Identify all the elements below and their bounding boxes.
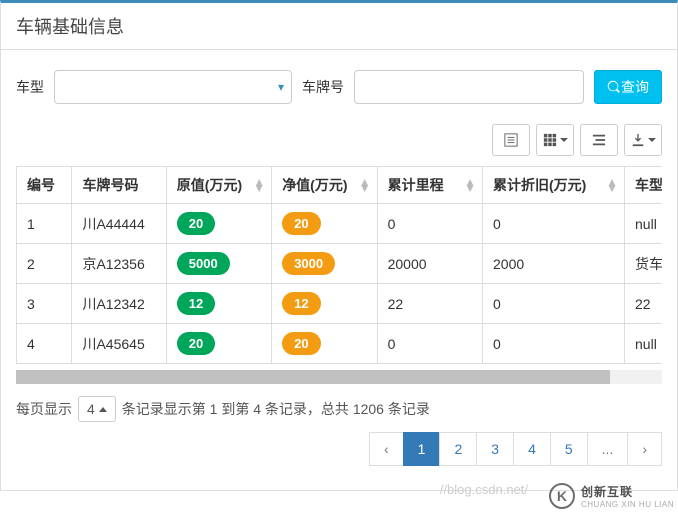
page-1[interactable]: 1 [403, 432, 441, 466]
cell-net: 20 [272, 204, 377, 244]
cell-orig: 12 [166, 284, 271, 324]
sort-icon: ▲▼ [464, 179, 476, 191]
cell-depr: 0 [483, 204, 625, 244]
cell-net: 3000 [272, 244, 377, 284]
table-row[interactable]: 3川A12342121222022生产 [17, 284, 663, 324]
cell-mileage: 0 [377, 204, 482, 244]
original-value-badge: 12 [177, 292, 215, 315]
search-button-label: 查询 [621, 77, 649, 97]
table-footer: 每页显示 4 条记录显示第 1 到第 4 条记录，总共 1206 条记录 [16, 384, 662, 426]
cell-net: 12 [272, 284, 377, 324]
column-header-depr[interactable]: 累计折旧(万元)▲▼ [483, 167, 625, 204]
cell-mileage: 20000 [377, 244, 482, 284]
page-size-value: 4 [87, 401, 95, 417]
column-header-mileage[interactable]: 累计里程▲▼ [377, 167, 482, 204]
list-detail-icon [504, 133, 518, 147]
vehicle-table: 编号车牌号码原值(万元)▲▼净值(万元)▲▼累计里程▲▼累计折旧(万元)▲▼车型… [16, 166, 662, 364]
column-header-net[interactable]: 净值(万元)▲▼ [272, 167, 377, 204]
cell-type: 货车 [625, 244, 662, 284]
pagination: ‹12345...› [16, 426, 662, 480]
column-header-type: 车型 [625, 167, 662, 204]
cell-depr: 2000 [483, 244, 625, 284]
page-size-label: 每页显示 [16, 399, 72, 419]
page-4[interactable]: 4 [513, 432, 551, 466]
panel-title: 车辆基础信息 [1, 3, 677, 50]
net-value-badge: 3000 [282, 252, 335, 275]
page-size-select[interactable]: 4 [78, 396, 116, 422]
table-header-row: 编号车牌号码原值(万元)▲▼净值(万元)▲▼累计里程▲▼累计折旧(万元)▲▼车型… [17, 167, 663, 204]
table-toolbar [16, 124, 662, 156]
cell-type: null [625, 324, 662, 364]
original-value-badge: 20 [177, 332, 215, 355]
original-value-badge: 20 [177, 212, 215, 235]
cell-orig: 20 [166, 324, 271, 364]
toggle-view-button[interactable] [536, 124, 574, 156]
cell-plate: 川A44444 [72, 204, 166, 244]
cell-orig: 5000 [166, 244, 271, 284]
sort-icon: ▲▼ [606, 179, 618, 191]
grid-icon [543, 133, 557, 147]
vehicle-type-input[interactable] [54, 70, 292, 104]
columns-icon [592, 133, 606, 147]
original-value-badge: 5000 [177, 252, 230, 275]
watermark-brand: 创新互联 [581, 483, 674, 500]
cell-plate: 京A12356 [72, 244, 166, 284]
horizontal-scrollbar[interactable] [16, 370, 662, 384]
cell-type: 22 [625, 284, 662, 324]
page-next[interactable]: › [627, 432, 662, 466]
page-prev[interactable]: ‹ [369, 432, 404, 466]
cell-depr: 0 [483, 284, 625, 324]
panel-body: 车型 ▾ 车牌号 查询 [1, 50, 677, 490]
caret-down-icon [560, 138, 568, 142]
table-row[interactable]: 2京A1235650003000200002000货车管理 [17, 244, 663, 284]
table-scroll-container: 编号车牌号码原值(万元)▲▼净值(万元)▲▼累计里程▲▼累计折旧(万元)▲▼车型… [16, 166, 662, 364]
vehicle-info-panel: 车辆基础信息 车型 ▾ 车牌号 查询 [0, 0, 678, 491]
plate-number-input[interactable] [354, 70, 584, 104]
sort-icon: ▲▼ [359, 179, 371, 191]
net-value-badge: 20 [282, 212, 320, 235]
search-button[interactable]: 查询 [594, 70, 662, 104]
cell-depr: 0 [483, 324, 625, 364]
cell-type: null [625, 204, 662, 244]
caret-down-icon [648, 138, 656, 142]
records-info: 条记录显示第 1 到第 4 条记录，总共 1206 条记录 [122, 399, 430, 419]
cell-plate: 川A12342 [72, 284, 166, 324]
table-row[interactable]: 1川A44444202000null暂无 [17, 204, 663, 244]
page-ellipsis[interactable]: ... [587, 432, 629, 466]
cell-id: 1 [17, 204, 72, 244]
vehicle-type-select[interactable]: ▾ [54, 70, 292, 104]
page-5[interactable]: 5 [550, 432, 588, 466]
scrollbar-thumb[interactable] [16, 370, 610, 384]
column-header-id: 编号 [17, 167, 72, 204]
plate-number-label: 车牌号 [302, 77, 344, 97]
caret-up-icon [99, 407, 107, 412]
cell-id: 2 [17, 244, 72, 284]
cell-plate: 川A45645 [72, 324, 166, 364]
export-button[interactable] [624, 124, 662, 156]
columns-button[interactable] [580, 124, 618, 156]
watermark-logo-icon: K [549, 483, 575, 509]
cell-id: 3 [17, 284, 72, 324]
cell-id: 4 [17, 324, 72, 364]
column-header-orig[interactable]: 原值(万元)▲▼ [166, 167, 271, 204]
column-header-plate: 车牌号码 [72, 167, 166, 204]
cell-orig: 20 [166, 204, 271, 244]
page-2[interactable]: 2 [439, 432, 477, 466]
cell-mileage: 22 [377, 284, 482, 324]
table-row[interactable]: 4川A45645202000null暂无 [17, 324, 663, 364]
export-icon [631, 133, 645, 147]
search-icon [607, 80, 621, 94]
cell-net: 20 [272, 324, 377, 364]
cell-mileage: 0 [377, 324, 482, 364]
search-form: 车型 ▾ 车牌号 查询 [16, 70, 662, 104]
toggle-pagination-button[interactable] [492, 124, 530, 156]
page-3[interactable]: 3 [476, 432, 514, 466]
watermark: K 创新互联 CHUANG XIN HU LIAN [549, 483, 674, 509]
vehicle-type-label: 车型 [16, 77, 44, 97]
watermark-sub: CHUANG XIN HU LIAN [581, 500, 674, 509]
sort-icon: ▲▼ [253, 179, 265, 191]
net-value-badge: 20 [282, 332, 320, 355]
net-value-badge: 12 [282, 292, 320, 315]
